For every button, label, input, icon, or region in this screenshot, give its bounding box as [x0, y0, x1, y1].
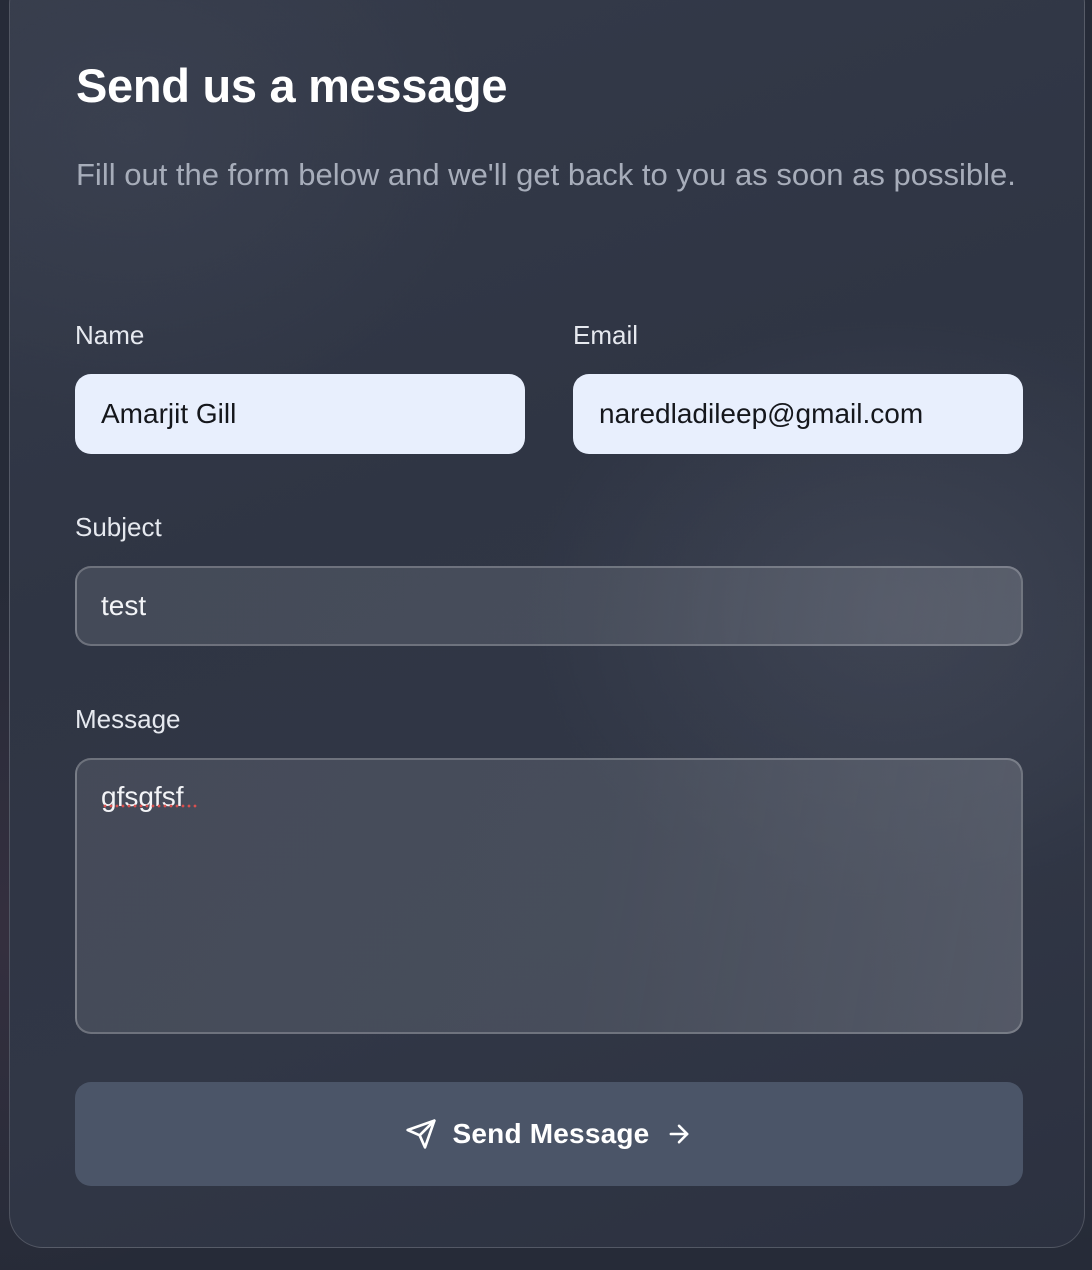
message-label: Message: [75, 704, 181, 734]
email-label: Email: [573, 320, 639, 350]
spellcheck-underline: [102, 804, 198, 808]
send-message-button[interactable]: Send Message: [75, 1082, 1023, 1186]
subject-input[interactable]: [75, 566, 1023, 646]
form-title: Send us a message: [76, 59, 508, 112]
send-icon: [405, 1118, 437, 1150]
subject-label: Subject: [75, 512, 162, 542]
message-textarea[interactable]: gfsgfsf: [75, 758, 1023, 1034]
form-subtitle: Fill out the form below and we'll get ba…: [76, 157, 1016, 192]
arrow-right-icon: [665, 1120, 693, 1148]
send-message-label: Send Message: [452, 1118, 650, 1149]
name-label: Name: [75, 320, 145, 350]
contact-form-card: Send us a message Fill out the form belo…: [9, 0, 1085, 1248]
name-input[interactable]: [75, 374, 525, 454]
email-input[interactable]: [573, 374, 1023, 454]
